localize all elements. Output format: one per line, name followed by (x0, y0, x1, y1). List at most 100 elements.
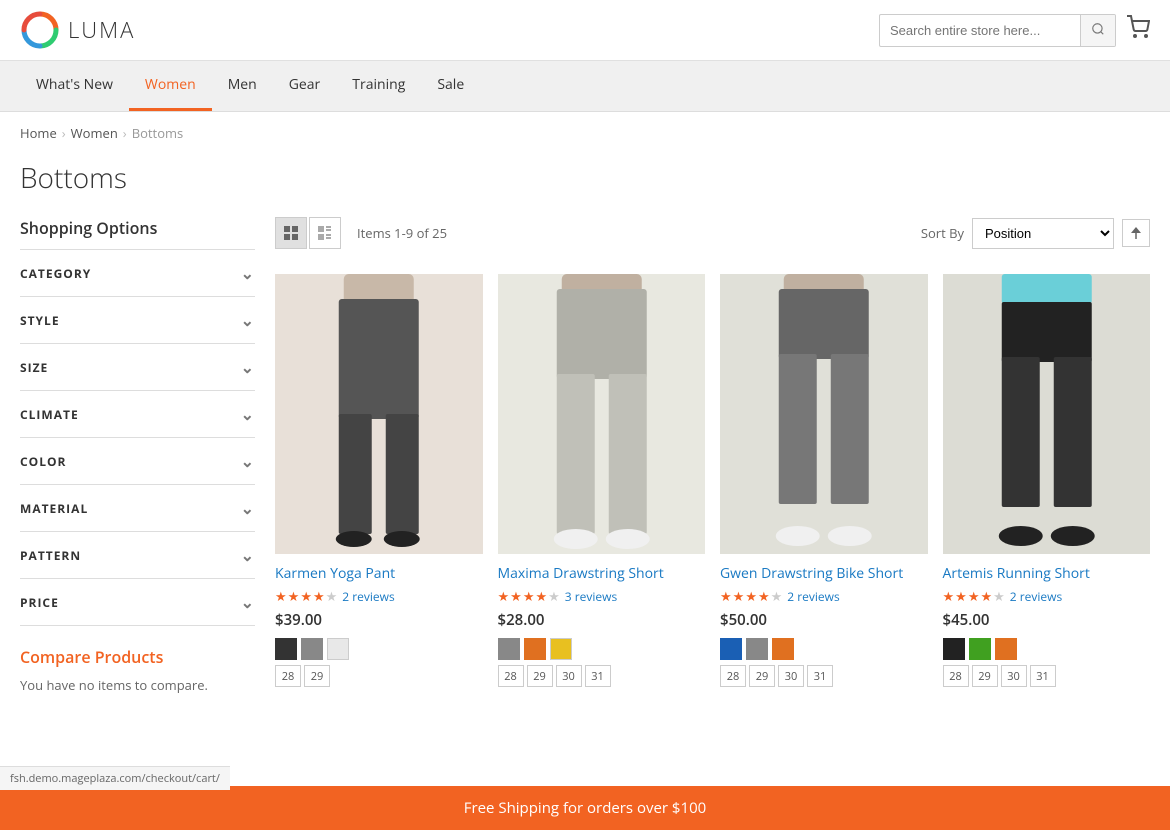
color-swatch-0[interactable] (275, 638, 297, 660)
reviews-link[interactable]: 2 reviews (342, 588, 394, 605)
products-area: Items 1-9 of 25 Sort By Position Product… (275, 217, 1150, 694)
filter-label-material: MATERIAL (20, 500, 88, 517)
sort-area: Sort By Position Product Name Price (921, 218, 1150, 249)
product-grid: Karmen Yoga Pant ★★★★★ 2 reviews $39.00 … (275, 274, 1150, 687)
nav-item-women[interactable]: Women (129, 61, 212, 111)
star-1: ★ (498, 587, 510, 605)
star-2: ★ (510, 587, 522, 605)
filter-group-climate: CLIMATE ⌄ (20, 391, 255, 438)
color-swatch-0[interactable] (943, 638, 965, 660)
filter-chevron-pattern: ⌄ (241, 544, 255, 566)
color-swatch-0[interactable] (720, 638, 742, 660)
color-swatch-2[interactable] (995, 638, 1017, 660)
filter-header-color[interactable]: COLOR ⌄ (20, 438, 255, 484)
filter-header-style[interactable]: STYLE ⌄ (20, 297, 255, 343)
color-swatch-1[interactable] (746, 638, 768, 660)
nav-item-sale[interactable]: Sale (421, 61, 480, 108)
reviews-link[interactable]: 2 reviews (787, 588, 839, 605)
product-name[interactable]: Maxima Drawstring Short (498, 564, 706, 583)
color-swatch-0[interactable] (498, 638, 520, 660)
list-view-button[interactable] (309, 217, 341, 249)
filter-label-color: COLOR (20, 453, 66, 470)
star-1: ★ (275, 587, 287, 605)
size-swatch-1[interactable]: 29 (527, 665, 553, 687)
breadcrumb-women[interactable]: Women (71, 124, 118, 142)
filter-header-category[interactable]: CATEGORY ⌄ (20, 250, 255, 296)
cart-icon[interactable] (1126, 15, 1150, 45)
search-input[interactable] (880, 16, 1080, 45)
sort-direction-button[interactable] (1122, 219, 1150, 247)
color-swatch-2[interactable] (772, 638, 794, 660)
product-card: Karmen Yoga Pant ★★★★★ 2 reviews $39.00 … (275, 274, 483, 687)
filter-label-price: PRICE (20, 594, 59, 611)
sidebar: Shopping Options CATEGORY ⌄ STYLE ⌄ SIZE… (20, 217, 255, 694)
size-swatch-2[interactable]: 30 (778, 665, 804, 687)
size-swatch-1[interactable]: 29 (304, 665, 330, 687)
color-swatch-2[interactable] (327, 638, 349, 660)
color-swatch-2[interactable] (550, 638, 572, 660)
nav-item-gear[interactable]: Gear (273, 61, 337, 108)
filter-group-material: MATERIAL ⌄ (20, 485, 255, 532)
main-nav: What's NewWomenMenGearTrainingSale (0, 61, 1170, 112)
size-swatch-2[interactable]: 30 (556, 665, 582, 687)
search-button[interactable] (1080, 15, 1115, 46)
product-name[interactable]: Artemis Running Short (943, 564, 1151, 583)
size-swatch-1[interactable]: 29 (972, 665, 998, 687)
star-3: ★ (745, 587, 757, 605)
breadcrumb-sep-2: › (123, 124, 127, 142)
search-box (879, 14, 1116, 47)
filter-header-pattern[interactable]: PATTERN ⌄ (20, 532, 255, 578)
size-swatch-3[interactable]: 31 (1030, 665, 1056, 687)
filter-label-category: CATEGORY (20, 265, 91, 282)
color-swatches (275, 638, 483, 660)
filter-header-size[interactable]: SIZE ⌄ (20, 344, 255, 390)
size-swatch-3[interactable]: 31 (807, 665, 833, 687)
page-title: Bottoms (0, 154, 1170, 217)
sort-asc-icon (1130, 226, 1142, 240)
breadcrumb-sep-1: › (62, 124, 66, 142)
star-3: ★ (968, 587, 980, 605)
grid-view-button[interactable] (275, 217, 307, 249)
sort-select[interactable]: Position Product Name Price (972, 218, 1114, 249)
product-image-wrap[interactable] (498, 274, 706, 554)
product-name[interactable]: Karmen Yoga Pant (275, 564, 483, 583)
color-swatch-1[interactable] (524, 638, 546, 660)
filter-header-price[interactable]: PRICE ⌄ (20, 579, 255, 625)
reviews-link[interactable]: 2 reviews (1010, 588, 1062, 605)
product-image-wrap[interactable] (943, 274, 1151, 554)
product-image-wrap[interactable] (275, 274, 483, 554)
nav-item-training[interactable]: Training (336, 61, 421, 108)
size-swatch-0[interactable]: 28 (943, 665, 969, 687)
color-swatch-1[interactable] (301, 638, 323, 660)
size-swatch-0[interactable]: 28 (498, 665, 524, 687)
reviews-link[interactable]: 3 reviews (565, 588, 617, 605)
logo-icon (20, 10, 60, 50)
filter-header-climate[interactable]: CLIMATE ⌄ (20, 391, 255, 437)
breadcrumb-home[interactable]: Home (20, 124, 57, 142)
size-swatch-0[interactable]: 28 (275, 665, 301, 687)
stars: ★★★★★ (275, 587, 337, 605)
size-swatch-3[interactable]: 31 (585, 665, 611, 687)
filter-chevron-color: ⌄ (241, 450, 255, 472)
color-swatch-1[interactable] (969, 638, 991, 660)
nav-item-men[interactable]: Men (212, 61, 273, 108)
shopping-options-title: Shopping Options (20, 217, 255, 250)
filter-label-style: STYLE (20, 312, 60, 329)
size-swatch-2[interactable]: 30 (1001, 665, 1027, 687)
star-1: ★ (943, 587, 955, 605)
nav-list: What's NewWomenMenGearTrainingSale (0, 61, 1170, 111)
star-4: ★ (535, 587, 547, 605)
shipping-banner: Free Shipping for orders over $100 (0, 786, 1170, 830)
product-image-wrap[interactable] (720, 274, 928, 554)
site-logo-text: LUMA (68, 15, 135, 45)
grid-icon (283, 225, 299, 241)
product-name[interactable]: Gwen Drawstring Bike Short (720, 564, 928, 583)
product-price: $28.00 (498, 610, 706, 630)
filter-label-climate: CLIMATE (20, 406, 79, 423)
size-swatch-1[interactable]: 29 (749, 665, 775, 687)
nav-item-what's-new[interactable]: What's New (20, 61, 129, 108)
star-3: ★ (300, 587, 312, 605)
size-swatch-0[interactable]: 28 (720, 665, 746, 687)
filter-header-material[interactable]: MATERIAL ⌄ (20, 485, 255, 531)
star-2: ★ (733, 587, 745, 605)
